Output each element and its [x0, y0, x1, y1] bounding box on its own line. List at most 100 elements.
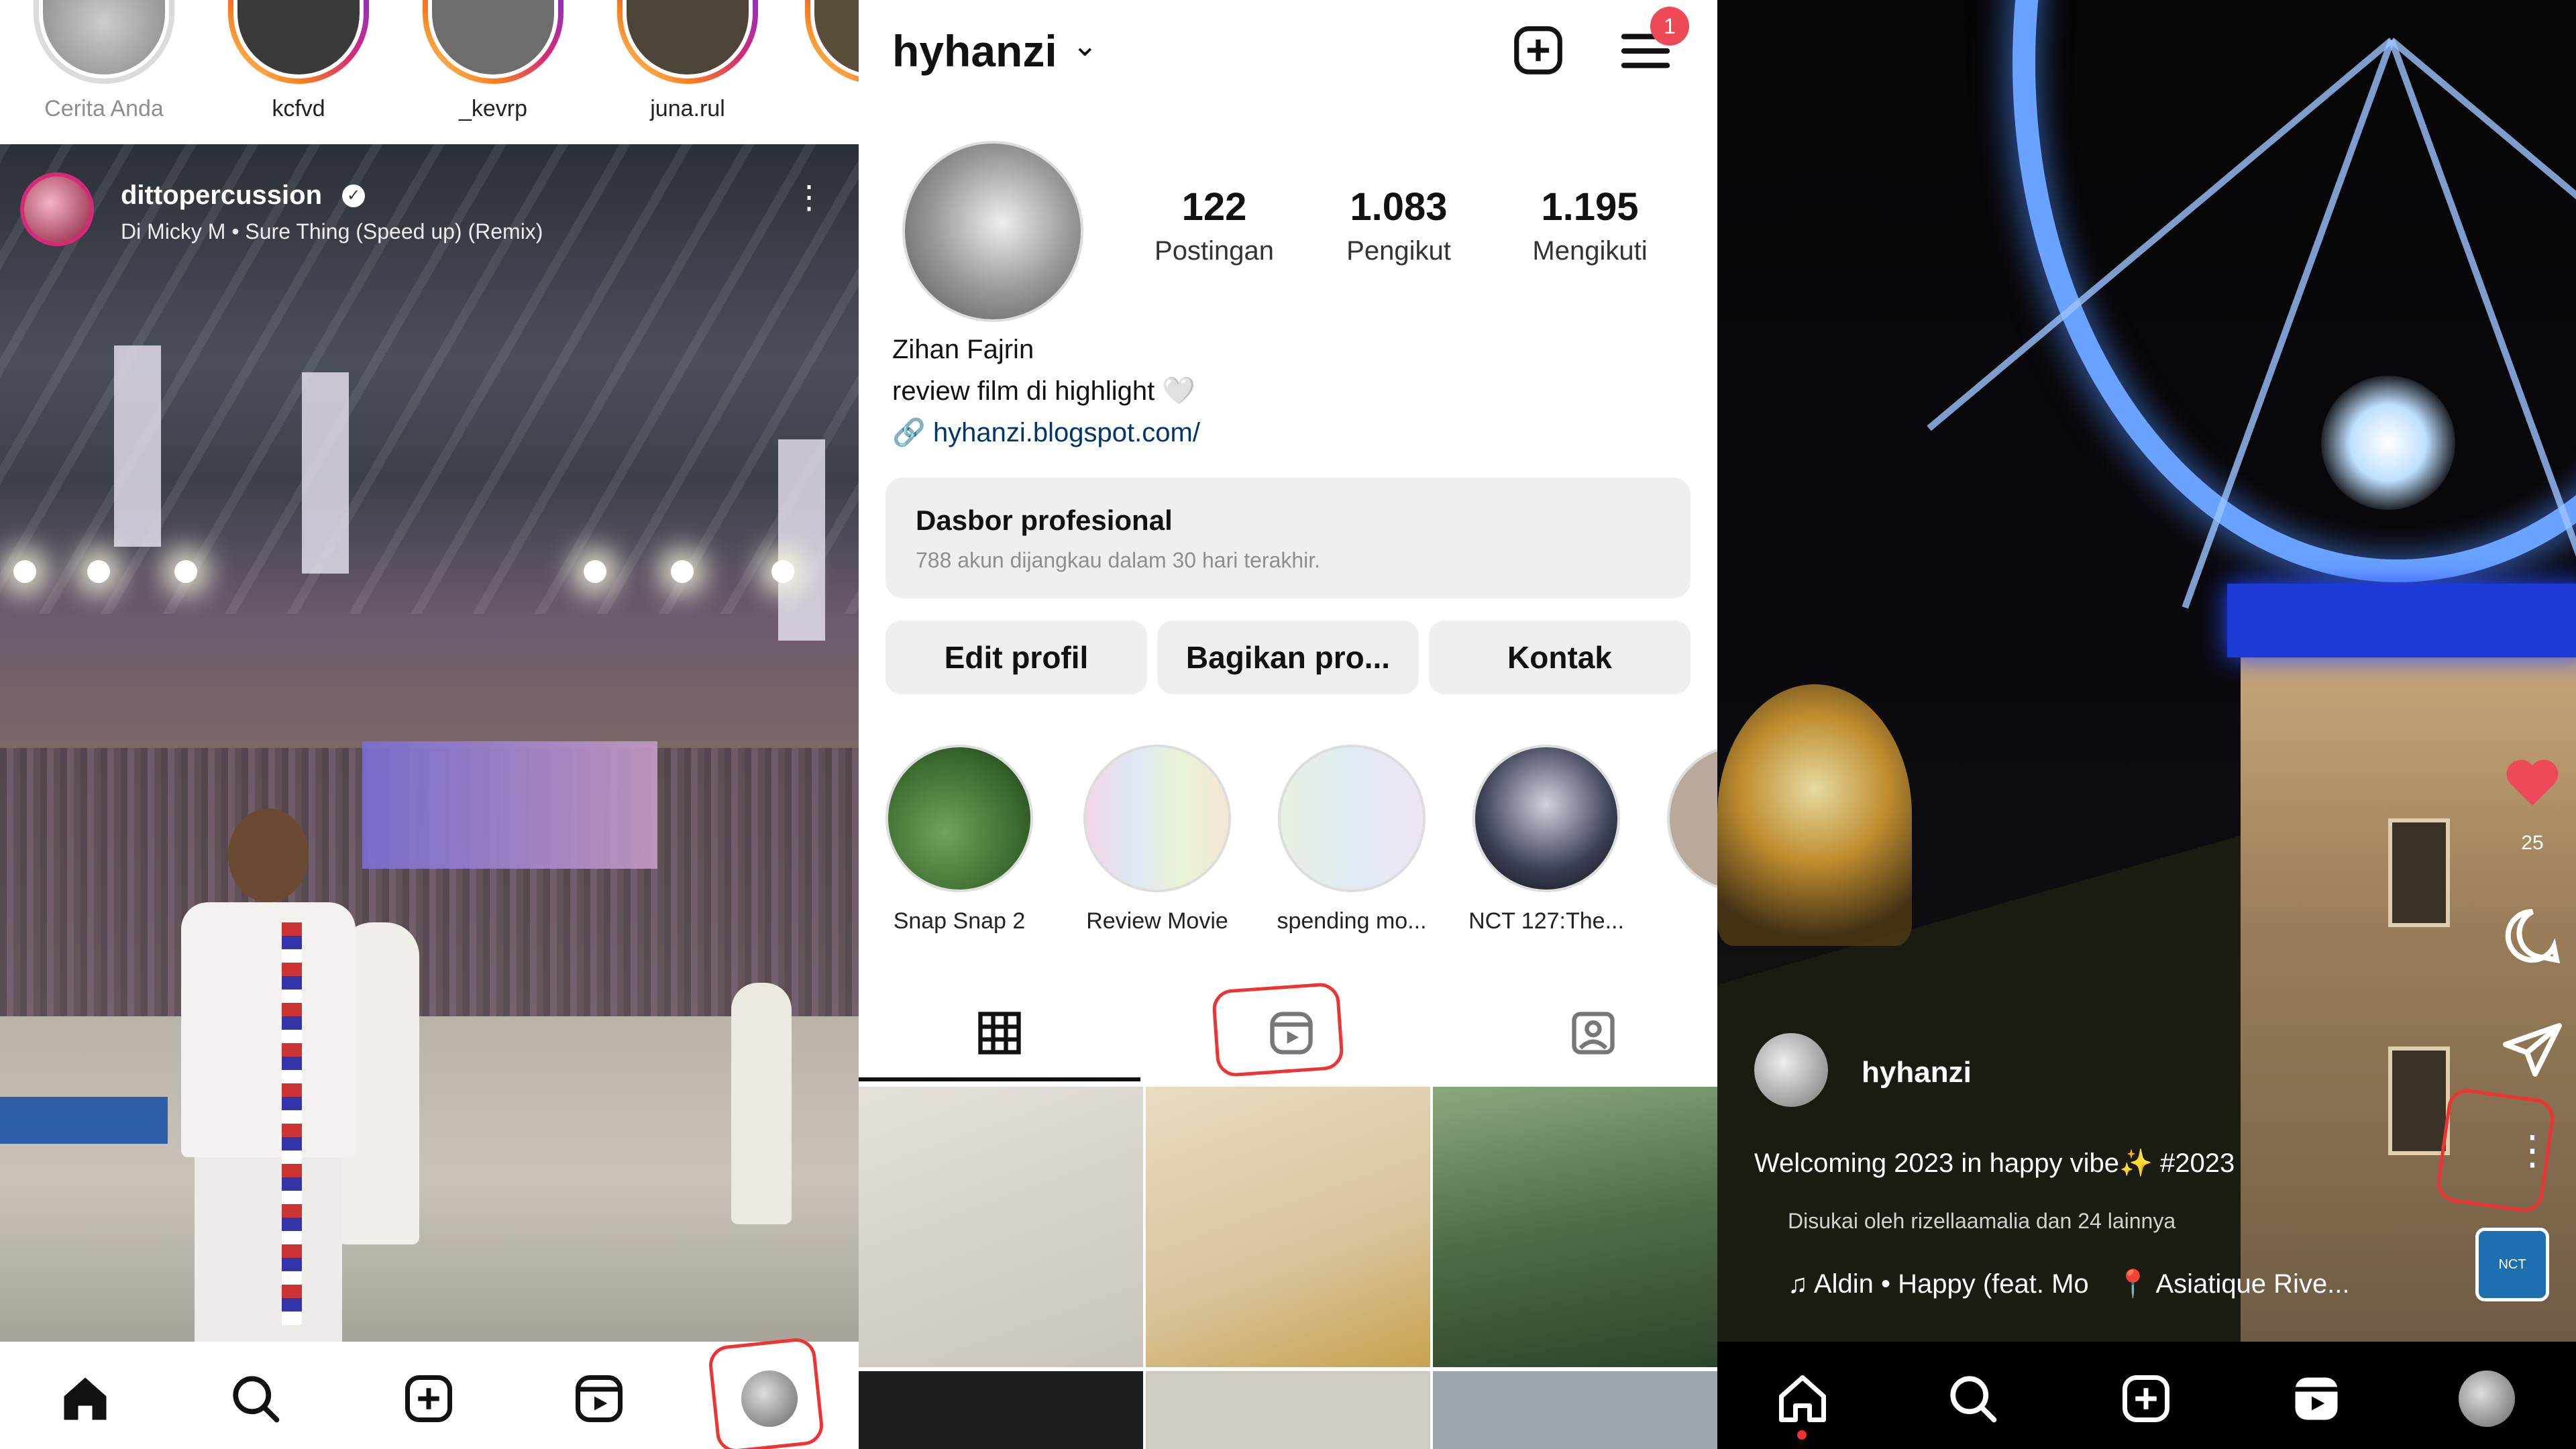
story-item[interactable]: kcfvd	[221, 0, 376, 122]
stat-following[interactable]: 1.195 Mengikuti	[1496, 184, 1684, 266]
create-icon[interactable]	[398, 1368, 459, 1429]
story-label: kcfvd	[272, 96, 325, 121]
share-profile-button[interactable]: Bagikan pro...	[1157, 621, 1419, 694]
bottom-nav	[1717, 1342, 2576, 1449]
reel-author-username[interactable]: hyhanzi	[1862, 1056, 1972, 1089]
highlight-label: revi	[1650, 908, 1717, 934]
highlight-cover	[1667, 745, 1717, 892]
post-music[interactable]: Di Micky M • Sure Thing (Speed up) (Remi…	[121, 219, 543, 244]
highlight-item[interactable]: spending mo...	[1261, 745, 1442, 934]
story-label: Cerita Anda	[44, 96, 164, 121]
reel-panel: 25 ⋮ hyhanzi Welcoming 2023 in happy vib…	[1717, 0, 2576, 1449]
link-icon: 🔗	[892, 418, 926, 447]
highlight-annotation	[2434, 1086, 2557, 1215]
profile-bio-text: review film di highlight 🤍	[892, 376, 1196, 406]
bottom-nav	[0, 1336, 859, 1449]
story-item[interactable]: _kevrp	[416, 0, 570, 122]
reel-liked-by[interactable]: Disukai oleh rizellaamalia dan 24 lainny…	[1788, 1209, 2176, 1234]
chevron-down-icon[interactable]: ⌄	[1072, 27, 1098, 63]
story-avatar	[39, 0, 169, 78]
highlight-annotation	[1211, 981, 1345, 1078]
verified-badge-icon: ✓	[342, 184, 365, 207]
post-author-username[interactable]: dittopercussion	[121, 180, 322, 211]
post-author-avatar[interactable]	[20, 172, 94, 246]
stat-posts[interactable]: 122 Postingan	[1120, 184, 1308, 266]
feed-post[interactable]: dittopercussion ✓ Di Micky M • Sure Thin…	[0, 144, 859, 1342]
highlight-cover	[1472, 745, 1620, 892]
story-avatar	[810, 0, 859, 78]
grid-post[interactable]	[859, 1087, 1143, 1367]
profile-avatar[interactable]	[2457, 1368, 2517, 1429]
tab-grid[interactable]	[966, 1000, 1033, 1067]
highlight-label: NCT 127:The...	[1468, 908, 1624, 934]
stage-screen	[362, 741, 657, 869]
profile-username[interactable]: hyhanzi	[892, 25, 1057, 76]
search-icon[interactable]	[225, 1368, 286, 1429]
share-button[interactable]	[2496, 1013, 2569, 1087]
highlight-item[interactable]: NCT 127:The...	[1456, 745, 1637, 934]
story-own[interactable]: Cerita Anda	[27, 0, 181, 122]
profile-picture[interactable]	[902, 141, 1083, 322]
stories-tray: Cerita Anda kcfvd _kevrp juna.rul pra	[0, 0, 859, 144]
stat-value: 1.195	[1541, 185, 1639, 229]
music-icon: ♫	[1788, 1269, 1808, 1299]
story-item[interactable]: pra	[798, 0, 859, 122]
post-more-icon[interactable]: ⋮	[793, 182, 825, 214]
stat-label: Pengikut	[1346, 236, 1451, 266]
comment-button[interactable]	[2496, 899, 2569, 973]
search-icon[interactable]	[1943, 1368, 2003, 1429]
home-icon[interactable]	[1772, 1368, 1833, 1429]
story-avatar	[428, 0, 558, 78]
post-grid	[859, 1087, 1717, 1449]
create-icon[interactable]	[2116, 1368, 2176, 1429]
grid-post[interactable]	[1433, 1087, 1717, 1367]
profile-tabs	[859, 979, 1717, 1080]
reel-audio[interactable]: ♫ Aldin • Happy (feat. Mo 📍 Asiatique Ri…	[1788, 1268, 2350, 1299]
location-pin-icon: 📍	[2116, 1269, 2150, 1299]
stat-value: 122	[1181, 185, 1247, 229]
reels-icon[interactable]	[569, 1368, 629, 1429]
highlight-item[interactable]: Snap Snap 2	[869, 745, 1050, 934]
comment-icon	[2505, 908, 2561, 964]
highlight-cover	[1083, 745, 1231, 892]
reels-icon[interactable]	[2286, 1368, 2347, 1429]
grid-icon	[978, 1012, 1021, 1055]
reel-location[interactable]: Asiatique Rive...	[2156, 1269, 2350, 1299]
advert-board	[0, 1097, 168, 1144]
story-label: _kevrp	[458, 96, 528, 121]
home-icon[interactable]	[55, 1368, 115, 1429]
grid-post[interactable]	[859, 1371, 1143, 1449]
professional-dashboard[interactable]: Dasbor profesional 788 akun dijangkau da…	[885, 478, 1690, 598]
reel-caption[interactable]: Welcoming 2023 in happy vibe✨ #2023	[1754, 1147, 2235, 1179]
dashboard-subtitle: 788 akun dijangkau dalam 30 hari terakhi…	[916, 548, 1321, 572]
stat-followers[interactable]: 1.083 Pengikut	[1305, 184, 1493, 266]
activity-dot	[1797, 1430, 1807, 1440]
story-avatar	[623, 0, 753, 78]
like-button[interactable]	[2496, 745, 2569, 818]
heart-icon	[2506, 759, 2559, 806]
create-button[interactable]	[1509, 21, 1567, 79]
dashboard-title: Dasbor profesional	[916, 504, 1173, 536]
grid-post[interactable]	[1433, 1371, 1717, 1449]
edit-profile-button[interactable]: Edit profil	[885, 621, 1147, 694]
tab-tagged[interactable]	[1560, 1000, 1627, 1067]
send-icon	[2503, 1023, 2562, 1077]
highlight-item[interactable]: Review Movie	[1067, 745, 1248, 934]
player-figure	[168, 788, 369, 1342]
contact-button[interactable]: Kontak	[1429, 621, 1690, 694]
highlight-cover	[885, 745, 1033, 892]
grid-post[interactable]	[1146, 1087, 1430, 1367]
story-label: pra	[798, 96, 859, 122]
arena-banner	[114, 345, 161, 547]
reel-author-avatar[interactable]	[1754, 1033, 1828, 1107]
tagged-icon	[1572, 1012, 1615, 1055]
profile-full-name: Zihan Fajrin	[892, 335, 1034, 364]
profile-link-text: hyhanzi.blogspot.com/	[932, 418, 1200, 447]
highlight-label: Snap Snap 2	[893, 908, 1026, 934]
highlight-label: Review Movie	[1086, 908, 1228, 934]
reel-audio-thumbnail[interactable]: NCT	[2475, 1228, 2549, 1301]
story-item[interactable]: juna.rul	[610, 0, 765, 122]
highlight-item[interactable]: revi	[1650, 745, 1717, 934]
grid-post[interactable]	[1146, 1371, 1430, 1449]
profile-link[interactable]: 🔗 hyhanzi.blogspot.com/	[892, 412, 1200, 453]
